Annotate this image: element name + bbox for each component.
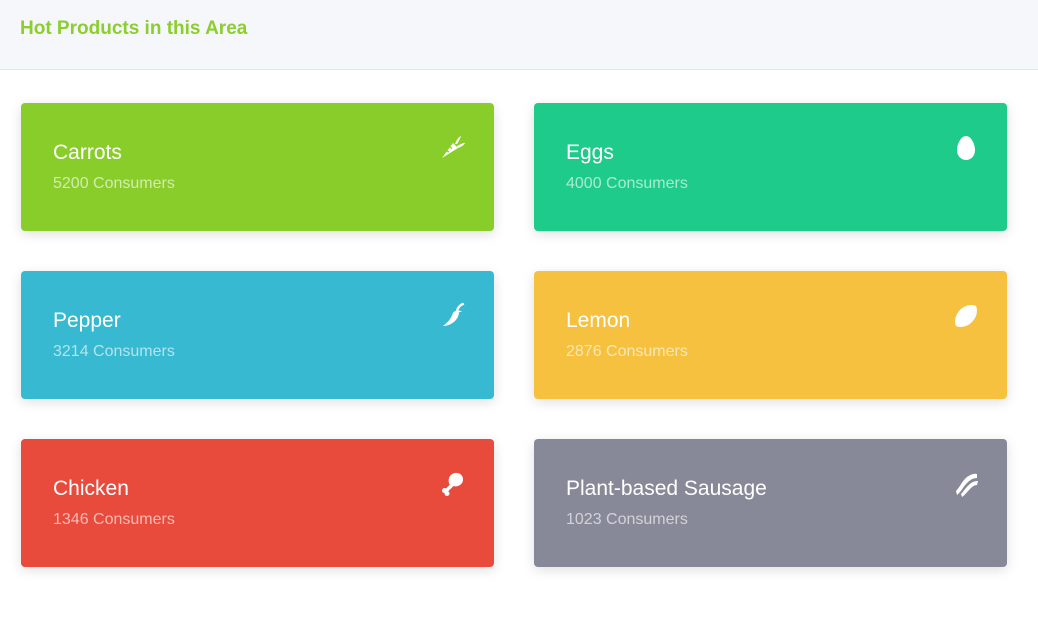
product-consumers: 5200 Consumers (53, 175, 175, 192)
product-card-pepper[interactable]: Pepper 3214 Consumers (21, 271, 494, 399)
product-name: Plant-based Sausage (566, 477, 767, 500)
panel-title: Hot Products in this Area (20, 18, 248, 39)
carrot-icon (438, 133, 468, 163)
drumstick-icon (438, 469, 468, 499)
lemon-icon (951, 301, 981, 331)
product-name: Lemon (566, 309, 631, 332)
panel-header: Hot Products in this Area (0, 0, 1038, 70)
product-consumers: 2876 Consumers (566, 343, 688, 360)
product-name: Carrots (53, 141, 122, 164)
pepper-icon (438, 301, 468, 331)
product-name: Pepper (53, 309, 121, 332)
product-card-lemon[interactable]: Lemon 2876 Consumers (534, 271, 1007, 399)
product-consumers: 3214 Consumers (53, 343, 175, 360)
product-consumers: 1023 Consumers (566, 511, 688, 528)
product-card-chicken[interactable]: Chicken 1346 Consumers (21, 439, 494, 567)
product-card-eggs[interactable]: Eggs 4000 Consumers (534, 103, 1007, 231)
product-name: Chicken (53, 477, 129, 500)
product-card-carrots[interactable]: Carrots 5200 Consumers (21, 103, 494, 231)
product-card-plant-based-sausage[interactable]: Plant-based Sausage 1023 Consumers (534, 439, 1007, 567)
egg-icon (951, 133, 981, 163)
bacon-icon (951, 469, 981, 499)
product-consumers: 4000 Consumers (566, 175, 688, 192)
hot-products-panel: Hot Products in this Area Carrots 5200 C… (0, 0, 1038, 634)
product-name: Eggs (566, 141, 614, 164)
product-consumers: 1346 Consumers (53, 511, 175, 528)
